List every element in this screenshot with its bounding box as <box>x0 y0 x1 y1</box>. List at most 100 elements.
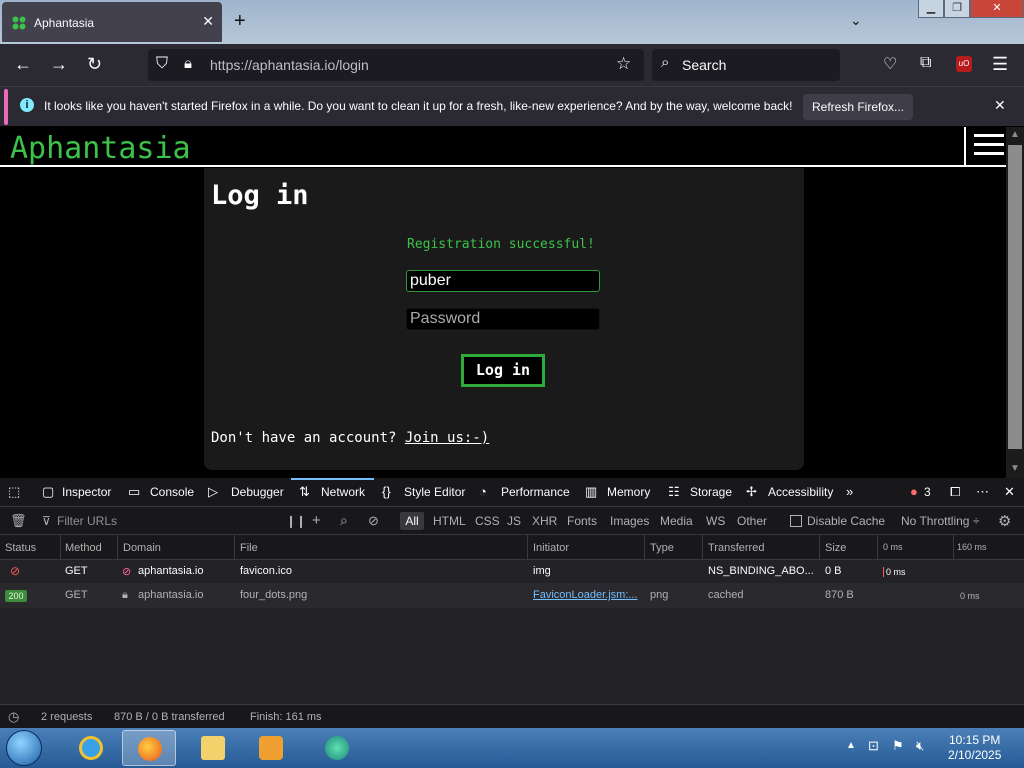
bookmark-star-icon[interactable]: ☆ <box>616 54 631 74</box>
filter-js[interactable]: JS <box>507 514 521 528</box>
taskbar-app[interactable] <box>310 730 364 766</box>
filter-media[interactable]: Media <box>660 514 693 528</box>
scroll-up-icon[interactable]: ▲ <box>1010 129 1020 140</box>
lock-icon[interactable]: 🔒︎ <box>184 55 192 72</box>
tab-close-icon[interactable]: ✕ <box>202 13 214 30</box>
memory-icon: ▥ <box>585 484 598 499</box>
filter-ws[interactable]: WS <box>706 514 725 528</box>
add-icon[interactable]: + <box>312 512 321 529</box>
row-method: GET <box>65 565 88 577</box>
back-arrow-icon[interactable]: ← <box>14 54 32 75</box>
reload-icon[interactable]: ↻ <box>87 54 102 75</box>
tray-expand-icon[interactable]: ▲ <box>846 740 856 751</box>
password-input[interactable]: Password <box>406 308 600 330</box>
error-count[interactable]: 3 <box>924 485 931 499</box>
devtools-more-icon[interactable]: ⋯ <box>976 484 989 500</box>
col-file[interactable]: File <box>240 542 258 554</box>
tab-aphantasia[interactable]: Aphantasia ✕ <box>2 2 222 42</box>
list-all-tabs-chevron-icon[interactable]: ⌄ <box>850 12 862 29</box>
url-text[interactable]: https://aphantasia.io/login <box>210 57 369 73</box>
filter-urls-input[interactable]: Filter URLs <box>57 514 117 528</box>
close-window-button[interactable]: ✕ <box>970 0 1024 18</box>
site-logo[interactable]: Aphantasia <box>10 131 191 166</box>
new-tab-button[interactable]: + <box>234 10 246 33</box>
scroll-down-icon[interactable]: ▼ <box>1010 463 1020 474</box>
username-input[interactable]: puber <box>406 270 600 292</box>
filter-html[interactable]: HTML <box>433 514 466 528</box>
tab-performance[interactable]: Performance <box>501 485 570 499</box>
row-file: favicon.ico <box>240 565 292 577</box>
filter-all[interactable]: All <box>400 512 424 530</box>
network-icon: ⇅ <box>299 484 310 499</box>
menu-hamburger-icon[interactable]: ☰ <box>992 54 1008 75</box>
tab-inspector[interactable]: Inspector <box>62 485 111 499</box>
maximize-button[interactable]: ❐ <box>944 0 970 18</box>
close-devtools-icon[interactable]: ✕ <box>1004 484 1015 500</box>
more-tabs-chevron-icon[interactable]: » <box>846 484 853 499</box>
search-bar[interactable]: ⌕ Search <box>652 49 840 81</box>
start-button[interactable] <box>6 730 42 766</box>
throttling-select[interactable]: No Throttling ÷ <box>901 514 979 528</box>
pocket-icon[interactable]: ♡ <box>883 54 897 74</box>
trash-icon[interactable]: 🗑︎ <box>10 513 27 529</box>
volume-muted-icon[interactable]: 🔇︎ <box>916 738 924 754</box>
col-transferred[interactable]: Transferred <box>708 542 764 554</box>
url-bar[interactable]: ⛉ 🔒︎ https://aphantasia.io/login ☆ <box>148 49 644 81</box>
filter-xhr[interactable]: XHR <box>532 514 557 528</box>
pause-icon[interactable]: ❙❙ <box>286 514 306 528</box>
join-prompt-text: Don't have an account? <box>211 430 397 446</box>
tab-memory[interactable]: Memory <box>607 485 650 499</box>
site-menu-hamburger-icon[interactable] <box>964 127 1006 167</box>
forward-arrow-icon[interactable]: → <box>50 54 68 75</box>
filter-fonts[interactable]: Fonts <box>567 514 597 528</box>
notification-accent <box>4 89 8 125</box>
network-tray-icon[interactable]: ⊡ <box>868 738 879 754</box>
filter-other[interactable]: Other <box>737 514 767 528</box>
settings-gear-icon[interactable]: ⚙ <box>998 512 1011 530</box>
tab-debugger[interactable]: Debugger <box>231 485 284 499</box>
col-status[interactable]: Status <box>5 542 36 554</box>
shield-icon[interactable]: ⛉ <box>156 55 168 73</box>
col-initiator[interactable]: Initiator <box>533 542 569 554</box>
tab-strip: Aphantasia ✕ + ⌄ ▁ ❐ ✕ <box>0 0 1024 44</box>
tab-accessibility[interactable]: Accessibility <box>768 485 833 499</box>
page-scrollbar[interactable]: ▲ ▼ <box>1006 127 1024 478</box>
element-picker-icon[interactable]: ⬚ <box>8 484 20 500</box>
flag-tray-icon[interactable]: ⚑ <box>892 738 904 754</box>
refresh-firefox-button[interactable]: Refresh Firefox... <box>803 94 913 120</box>
block-icon[interactable]: ⊘ <box>368 513 379 529</box>
taskbar-media-player[interactable] <box>244 730 298 766</box>
firefox-icon <box>138 737 162 761</box>
row-initiator-link[interactable]: FaviconLoader.jsm:... <box>533 589 641 601</box>
col-domain[interactable]: Domain <box>123 542 161 554</box>
dock-side-icon[interactable]: ⧠ <box>950 484 960 500</box>
tab-network[interactable]: Network <box>321 485 365 499</box>
taskbar-firefox[interactable] <box>122 730 176 766</box>
performance-analysis-icon[interactable]: ◷ <box>8 709 19 725</box>
taskbar-explorer[interactable] <box>186 730 240 766</box>
ublock-icon[interactable]: uO <box>956 56 972 72</box>
navigation-toolbar: ← → ↻ ⛉ 🔒︎ https://aphantasia.io/login ☆… <box>0 44 1024 86</box>
insecure-icon: ⊘ <box>122 566 132 578</box>
col-type[interactable]: Type <box>650 542 674 554</box>
close-notification-icon[interactable]: ✕ <box>994 97 1006 114</box>
filter-images[interactable]: Images <box>610 514 649 528</box>
login-button[interactable]: Log in <box>461 354 545 387</box>
disable-cache-checkbox[interactable] <box>790 515 802 527</box>
tab-storage[interactable]: Storage <box>690 485 732 499</box>
scrollbar-thumb[interactable] <box>1008 145 1022 449</box>
join-us-link[interactable]: Join us:-) <box>405 430 489 446</box>
tab-style-editor[interactable]: Style Editor <box>404 485 465 499</box>
filter-css[interactable]: CSS <box>475 514 500 528</box>
extensions-icon[interactable]: ⧉ <box>920 54 931 72</box>
table-row[interactable]: ⊘ GET ⊘ aphantasia.io favicon.ico img NS… <box>0 560 1024 584</box>
minimize-button[interactable]: ▁ <box>918 0 944 18</box>
taskbar-internet-explorer[interactable] <box>64 730 118 766</box>
col-size[interactable]: Size <box>825 542 846 554</box>
col-method[interactable]: Method <box>65 542 102 554</box>
clock[interactable]: 10:15 PM 2/10/2025 <box>948 733 1001 763</box>
error-icon[interactable]: ● <box>910 484 918 499</box>
search-network-icon[interactable]: ⌕ <box>340 512 348 529</box>
table-row[interactable]: 200 GET 🔒︎ aphantasia.io four_dots.png F… <box>0 584 1024 608</box>
tab-console[interactable]: Console <box>150 485 194 499</box>
